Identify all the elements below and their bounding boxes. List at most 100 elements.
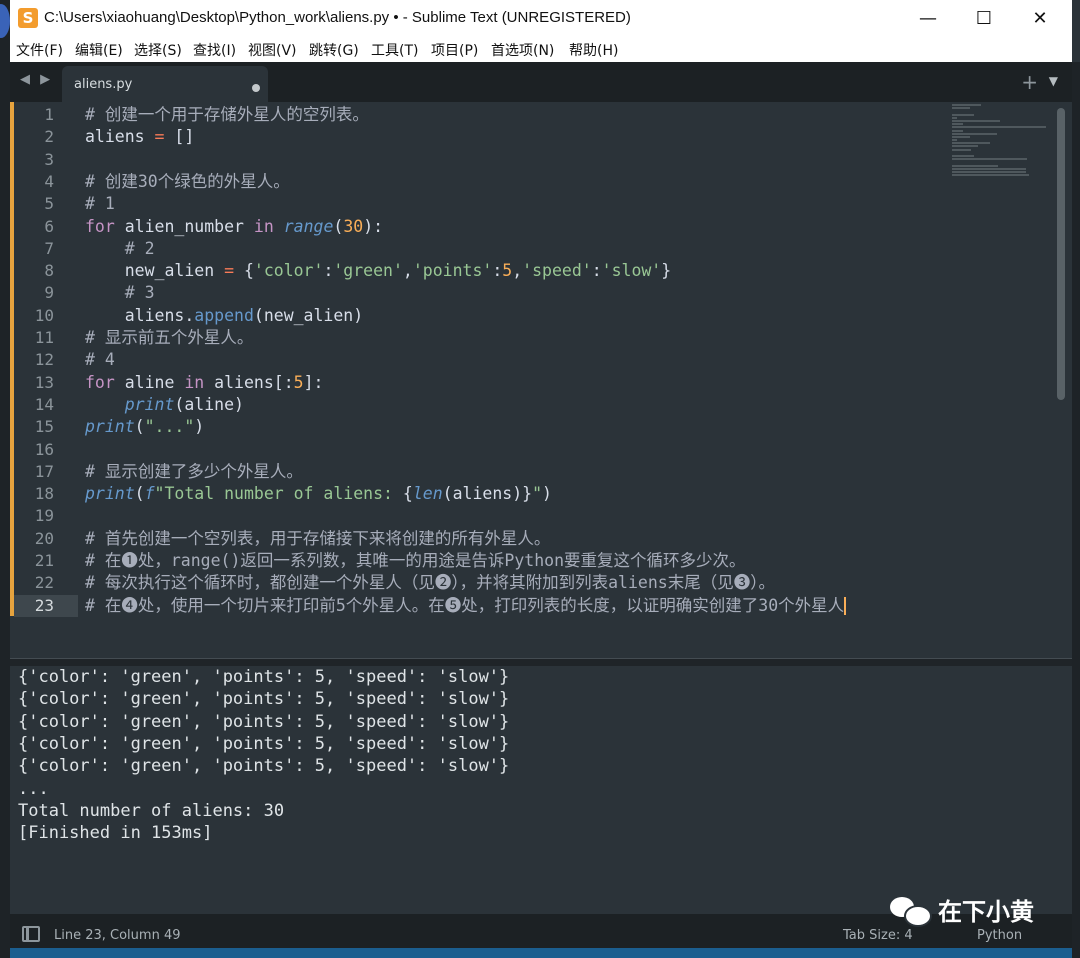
tab-label: aliens.py (74, 77, 133, 92)
code-text[interactable]: # 首先创建一个空列表，用于存储接下来将创建的所有外星人。 (85, 528, 550, 550)
code-text[interactable]: new_alien = {'color':'green','points':5,… (85, 260, 671, 282)
menu-bar: 文件(F) 编辑(E) 选择(S) 查找(I) 视图(V) 跳转(G) 工具(T… (10, 36, 1072, 62)
menu-view[interactable]: 视图(V) (248, 40, 297, 60)
output-line: Total number of aliens: 30 (18, 800, 285, 821)
line-number: 1 (44, 105, 54, 124)
watermark-text: 在下小黄 (938, 898, 1034, 926)
code-line[interactable]: 13 for aline in aliens[:5]: (10, 372, 1070, 394)
code-text[interactable]: # 1 (85, 193, 115, 215)
menu-tools[interactable]: 工具(T) (371, 40, 418, 60)
code-line[interactable]: 2 aliens = [] (10, 126, 1070, 148)
line-number: 23 (34, 595, 54, 615)
line-number: 15 (34, 417, 54, 437)
taskbar-orb (0, 4, 10, 38)
code-text[interactable]: # 显示前五个外星人。 (85, 327, 253, 349)
window-title: C:\Users\xiaohuang\Desktop\Python_work\a… (44, 9, 631, 26)
menu-project[interactable]: 项目(P) (431, 40, 478, 60)
code-line[interactable]: 6 for alien_number in range(30): (10, 216, 1070, 238)
close-button[interactable]: ✕ (1012, 0, 1068, 36)
code-text[interactable]: print("...") (85, 416, 204, 438)
menu-find[interactable]: 查找(I) (193, 40, 236, 60)
output-line: {'color': 'green', 'points': 5, 'speed':… (18, 689, 510, 710)
line-number: 19 (34, 506, 54, 526)
code-line[interactable]: 9 # 3 (10, 282, 1070, 304)
output-line: {'color': 'green', 'points': 5, 'speed':… (18, 667, 510, 687)
menu-file[interactable]: 文件(F) (16, 40, 63, 60)
watermark: 在下小黄 (890, 892, 1034, 927)
code-line[interactable]: 19 (10, 505, 1070, 527)
code-line[interactable]: 18 print(f"Total number of aliens: {len(a… (10, 483, 1070, 505)
tab-size[interactable]: Tab Size: 4 (843, 928, 913, 943)
code-text[interactable]: print(f"Total number of aliens: {len(ali… (85, 483, 552, 505)
output-line: {'color': 'green', 'points': 5, 'speed':… (18, 756, 510, 777)
line-number: 3 (44, 149, 54, 169)
build-output-panel[interactable]: {'color': 'green', 'points': 5, 'speed':… (10, 666, 1072, 914)
line-number: 2 (44, 127, 54, 147)
line-number: 18 (34, 484, 54, 504)
line-number: 14 (34, 394, 54, 414)
code-text[interactable]: print(aline) (85, 394, 244, 416)
code-text[interactable]: aliens.append(new_alien) (85, 305, 363, 327)
code-text[interactable]: for alien_number in range(30): (85, 216, 383, 238)
cursor-position[interactable]: Line 23, Column 49 (54, 928, 181, 943)
code-text[interactable]: # 2 (85, 238, 155, 260)
line-number: 4 (44, 171, 54, 191)
code-editor[interactable]: 1 # 创建一个用于存储外星人的空列表。 2 aliens = [] 3 4 # 创建30个… (10, 102, 1072, 658)
minimap[interactable] (952, 104, 1048, 177)
code-line[interactable]: 7 # 2 (10, 238, 1070, 260)
line-number: 6 (44, 216, 54, 236)
line-number: 21 (34, 551, 54, 570)
code-line[interactable]: 5 # 1 (10, 193, 1070, 215)
menu-help[interactable]: 帮助(H) (569, 40, 618, 60)
code-line[interactable]: 17 # 显示创建了多少个外星人。 (10, 461, 1070, 483)
tab-aliens-py[interactable]: aliens.py (62, 66, 268, 102)
code-text[interactable]: for aline in aliens[:5]: (85, 372, 323, 394)
code-line[interactable]: 4 # 创建30个绿色的外星人。 (10, 171, 1070, 193)
desktop-edge-left (0, 0, 10, 958)
code-line[interactable]: 15 print("...") (10, 416, 1070, 438)
code-line[interactable]: 14 print(aline) (10, 394, 1070, 416)
line-number: 16 (34, 439, 54, 459)
syntax-mode[interactable]: Python (977, 928, 1022, 943)
code-text[interactable]: # 在❶处，range()返回一系列数，其唯一的用途是告诉Python要重复这个… (85, 550, 746, 572)
output-line: [Finished in 153ms] (18, 823, 213, 844)
new-tab-plus-icon[interactable]: + (1021, 70, 1038, 94)
code-line[interactable]: 21 # 在❶处，range()返回一系列数，其唯一的用途是告诉Python要重复… (10, 550, 1070, 572)
desktop-strip (10, 948, 1072, 958)
tab-dropdown-icon[interactable]: ▼ (1049, 74, 1058, 88)
line-number: 10 (34, 305, 54, 325)
code-line[interactable]: 20 # 首先创建一个空列表，用于存储接下来将创建的所有外星人。 (10, 528, 1070, 550)
code-line[interactable]: 12 # 4 (10, 349, 1070, 371)
sublime-logo-icon: S (18, 8, 38, 28)
code-line[interactable]: 11 # 显示前五个外星人。 (10, 327, 1070, 349)
code-text[interactable]: # 显示创建了多少个外星人。 (85, 461, 303, 483)
code-line[interactable]: 22 # 每次执行这个循环时，都创建一个外星人（见❷），并将其附加到列表alien… (10, 572, 1070, 594)
maximize-button[interactable]: ☐ (956, 0, 1012, 36)
code-text[interactable]: # 3 (85, 282, 155, 304)
menu-edit[interactable]: 编辑(E) (75, 40, 123, 60)
menu-selection[interactable]: 选择(S) (134, 40, 182, 60)
code-text[interactable]: # 4 (85, 349, 115, 371)
code-line[interactable]: 16 (10, 439, 1070, 461)
code-text[interactable]: # 在❹处，使用一个切片来打印前5个外星人。在❺处，打印列表的长度，以证明确实创… (85, 595, 847, 617)
tab-nav-arrows-icon[interactable]: ◀ ▶ (20, 72, 53, 87)
tab-bar: ◀ ▶ aliens.py + ▼ (10, 62, 1072, 102)
menu-goto[interactable]: 跳转(G) (309, 40, 359, 60)
minimize-button[interactable]: — (900, 0, 956, 36)
code-text[interactable]: # 创建30个绿色的外星人。 (85, 171, 290, 193)
code-line[interactable]: 3 (10, 149, 1070, 171)
line-number: 20 (34, 528, 54, 548)
unsaved-dot-icon[interactable] (252, 84, 260, 92)
code-text[interactable]: # 创建一个用于存储外星人的空列表。 (85, 104, 369, 126)
code-line[interactable]: 10 aliens.append(new_alien) (10, 305, 1070, 327)
code-text[interactable]: aliens = [] (85, 126, 194, 148)
text-cursor (844, 597, 847, 616)
panel-toggle-icon[interactable] (22, 926, 40, 942)
menu-preferences[interactable]: 首选项(N) (491, 40, 554, 60)
line-number: 13 (34, 372, 54, 392)
code-text[interactable]: # 每次执行这个循环时，都创建一个外星人（见❷），并将其附加到列表aliens末… (85, 572, 775, 594)
editor-scrollbar[interactable] (1057, 108, 1065, 400)
code-line[interactable]: 23 # 在❹处，使用一个切片来打印前5个外星人。在❺处，打印列表的长度，以证明确… (10, 594, 1070, 617)
code-line[interactable]: 8 new_alien = {'color':'green','points':… (10, 260, 1070, 282)
code-line[interactable]: 1 # 创建一个用于存储外星人的空列表。 (10, 104, 1070, 126)
